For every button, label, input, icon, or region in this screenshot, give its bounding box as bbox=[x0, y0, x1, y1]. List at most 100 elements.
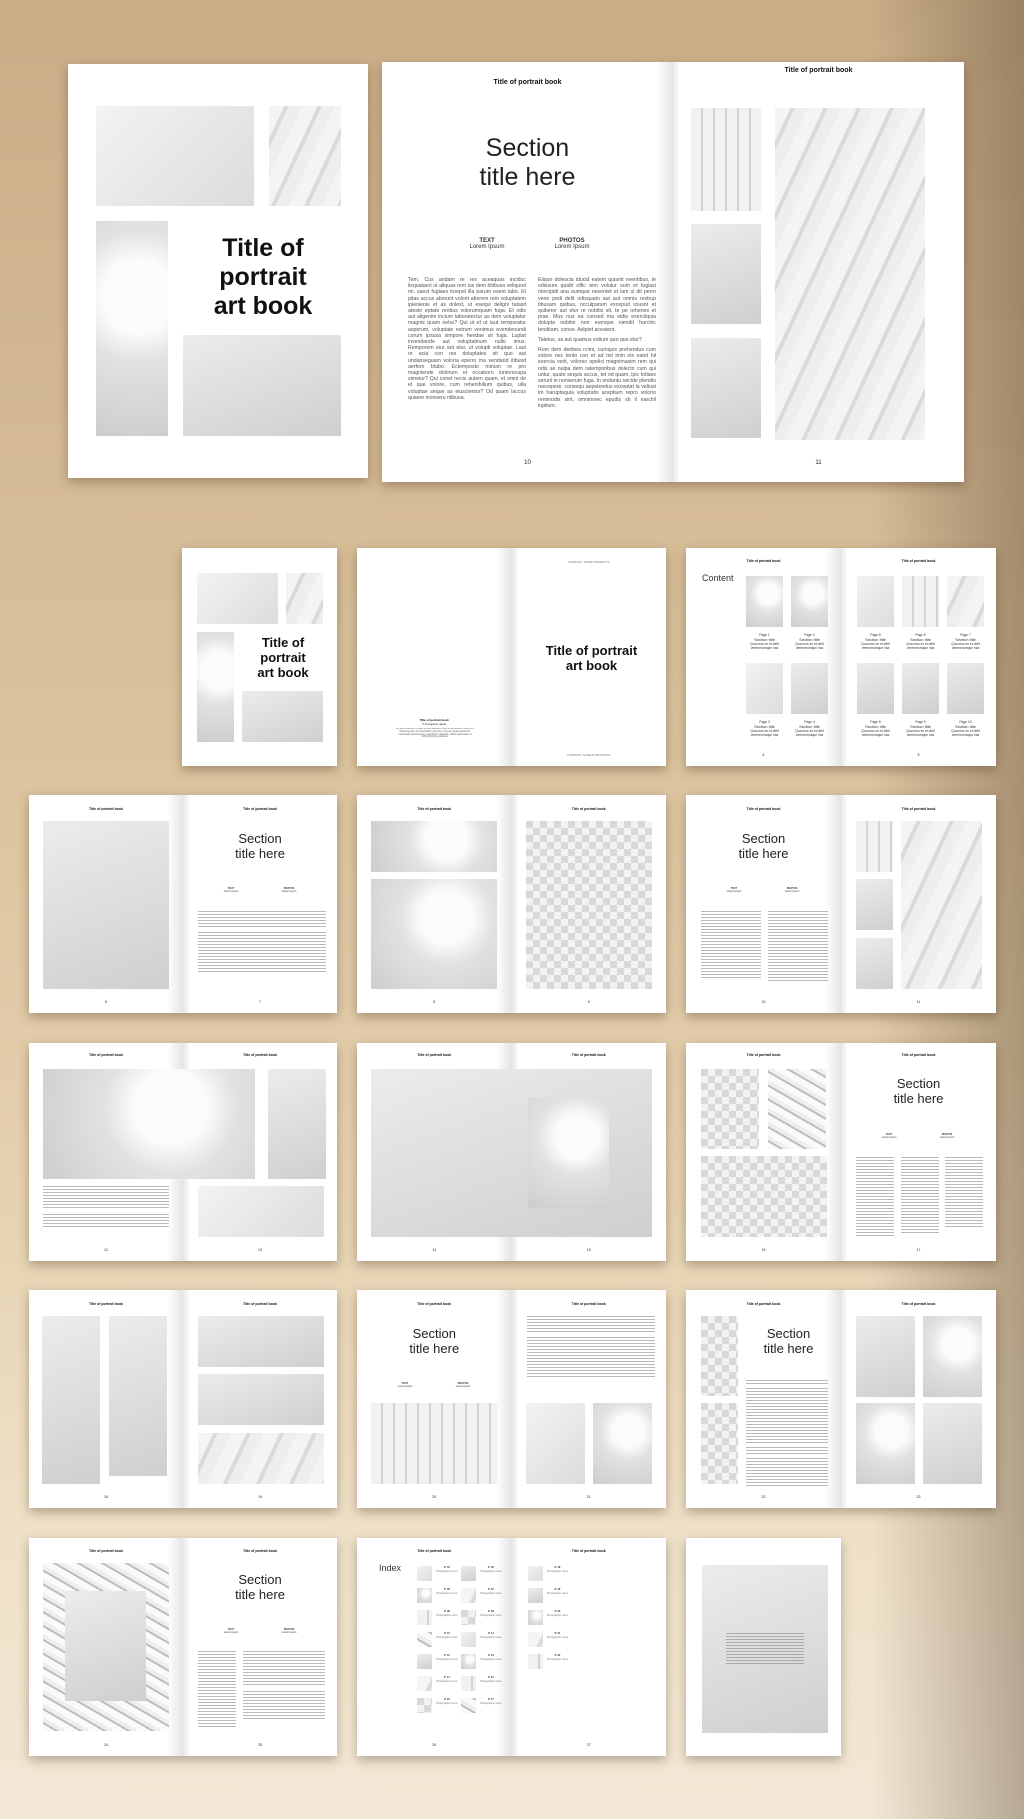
index-entry[interactable]: P. 06 Photographer name bbox=[417, 1588, 459, 1603]
running-header: Title of portrait book bbox=[901, 807, 936, 811]
thumb-cover[interactable]: Title of portrait art book bbox=[182, 548, 337, 766]
content-thumb bbox=[947, 663, 984, 714]
running-header: Title of portrait book bbox=[746, 1302, 781, 1306]
content-entry[interactable]: Page 7 Section title Qua mus ex et delit v… bbox=[942, 633, 989, 650]
index-entry[interactable]: P. 09 Photographer name bbox=[461, 1610, 503, 1625]
index-entry[interactable]: P. 07 Photographer name bbox=[461, 1588, 503, 1603]
index-photographer: Photographer name bbox=[436, 1636, 458, 1639]
thumb-spread-24-25[interactable]: Title of portrait book 24 Title of portr… bbox=[29, 1538, 337, 1756]
content-entry[interactable]: Page 3 Section title Qua mus ex et delit v… bbox=[741, 720, 788, 737]
photo-steps bbox=[856, 879, 893, 930]
photo-spheres bbox=[592, 1403, 652, 1484]
thumb-title-spread[interactable]: Title of portrait book © Company name Al… bbox=[357, 548, 666, 766]
content-thumb bbox=[902, 663, 939, 714]
thumb-image bbox=[197, 632, 234, 742]
left-page: Title of portrait book 18 bbox=[29, 1290, 183, 1508]
page-number: 19 bbox=[258, 1495, 262, 1499]
content-entry[interactable]: Page 6 Section title Qua mus ex et delit v… bbox=[897, 633, 944, 650]
index-entry[interactable]: P. 22 Photographer name bbox=[527, 1654, 570, 1669]
photo-lines bbox=[856, 821, 893, 872]
page-number: 11 bbox=[815, 460, 822, 466]
index-entry[interactable]: P. 08 Photographer name bbox=[417, 1610, 459, 1625]
index-photographer: Photographer name bbox=[436, 1702, 458, 1705]
index-entry[interactable]: P. 15 Photographer name bbox=[461, 1676, 503, 1691]
running-header: Title of portrait book bbox=[89, 1053, 123, 1057]
photo-waves bbox=[198, 1316, 324, 1367]
index-entry[interactable]: P. 12 Photographer name bbox=[417, 1654, 459, 1669]
section-title-line: title here bbox=[763, 1340, 814, 1356]
thumb-spread-12-13[interactable]: Title of portrait book 12 Title of portr… bbox=[29, 1043, 337, 1261]
index-entry[interactable]: P. 17 Photographer name bbox=[461, 1698, 503, 1713]
imprint-company: © Company name bbox=[422, 722, 447, 726]
content-thumb bbox=[746, 663, 783, 714]
index-entry[interactable]: P. 04 Photographer name bbox=[417, 1566, 459, 1581]
index-entry[interactable]: P. 14 Photographer name bbox=[417, 1676, 459, 1691]
body-text bbox=[746, 1458, 828, 1486]
content-entry[interactable]: Page 4 Section title Qua mus ex et delit v… bbox=[786, 720, 833, 737]
index-entry[interactable]: P. 16 Photographer name bbox=[417, 1698, 459, 1713]
index-entry[interactable]: P. 05 Photographer name bbox=[461, 1566, 503, 1581]
content-entry[interactable]: Page 1 Section title Qua mus ex et delit v… bbox=[741, 633, 788, 650]
photo-steps bbox=[109, 1316, 167, 1476]
body-paragraph: Tatetus, sa aut quamus estium quo quo et… bbox=[538, 336, 642, 343]
photo-spheres bbox=[856, 1403, 915, 1484]
content-entry[interactable]: Page 2 Section title Qua mus ex et delit v… bbox=[786, 633, 833, 650]
right-page: Title of portrait book 9 bbox=[512, 795, 667, 1013]
body-text bbox=[746, 1447, 828, 1455]
photo-rings-inset bbox=[65, 1591, 146, 1701]
index-entry[interactable]: P. 19 Photographer name bbox=[527, 1588, 570, 1603]
meta-value: Lorem Ipsum bbox=[939, 1136, 955, 1139]
right-page: Title of portrait book 23 bbox=[841, 1290, 996, 1508]
section-title-line: title here bbox=[893, 1090, 944, 1106]
thumb-spread-22-23[interactable]: Title of portrait book Section title here… bbox=[686, 1290, 996, 1508]
index-thumb bbox=[461, 1632, 476, 1647]
body-column-1: Tem. Cus andam re res aceaquas inciduc i… bbox=[408, 277, 526, 401]
index-thumb bbox=[417, 1610, 432, 1625]
thumb-spread-6-7[interactable]: Title of portrait book 6 Title of portra… bbox=[29, 795, 337, 1013]
page-number: 6 bbox=[105, 1000, 107, 1004]
right-page: Title of portrait book 19 bbox=[183, 1290, 337, 1508]
content-entry[interactable]: Page 5 Section title Qua mus ex et delit v… bbox=[852, 633, 899, 650]
body-paragraph: Rum dem deribea rcimi, cumquis prehendus… bbox=[538, 347, 656, 409]
index-thumb bbox=[527, 1610, 543, 1625]
thumb-contents-spread[interactable]: Title of portrait book Content Page 1 Sec… bbox=[686, 548, 996, 766]
index-entry[interactable]: P. 20 Photographer name bbox=[527, 1610, 570, 1625]
section-title: Section title here bbox=[183, 831, 337, 862]
right-page: Title of portrait book Section title here… bbox=[841, 1043, 996, 1261]
content-entry[interactable]: Page 8 Section title Qua mus ex et delit v… bbox=[852, 720, 899, 737]
left-page: Title of portrait book 14 bbox=[357, 1043, 512, 1261]
meta-text: TEXT Lorem Ipsum bbox=[714, 887, 754, 893]
section-title: Section title here bbox=[686, 831, 841, 862]
content-entry[interactable]: Page 10 Section title Qua mus ex et delit … bbox=[942, 720, 989, 737]
thumb-spread-16-17[interactable]: Title of portrait book 16 Title of portr… bbox=[686, 1043, 996, 1261]
index-entry[interactable]: P. 11 Photographer name bbox=[461, 1632, 503, 1647]
thumb-back-cover[interactable] bbox=[686, 1538, 841, 1756]
page-number: 18 bbox=[104, 1495, 108, 1499]
page-number: 10 bbox=[524, 460, 531, 466]
meta-value: Lorem Ipsum bbox=[784, 890, 800, 893]
index-entry[interactable]: P. 21 Photographer name bbox=[527, 1632, 570, 1647]
photo-tangle bbox=[768, 1069, 826, 1149]
page-number: 5 bbox=[917, 753, 920, 757]
index-entry[interactable]: P. 10 Photographer name bbox=[417, 1632, 459, 1647]
index-photographer: Photographer name bbox=[546, 1636, 569, 1639]
thumb-index-spread[interactable]: Title of portrait book Index 26 P. 04 Pho… bbox=[357, 1538, 666, 1756]
meta-value: Lorem Ipsum bbox=[281, 890, 297, 893]
thumb-spread-14-15[interactable]: Title of portrait book 14 Title of portr… bbox=[357, 1043, 666, 1261]
thumb-spread-10-11[interactable]: Title of portrait book Section title here… bbox=[686, 795, 996, 1013]
index-entry[interactable]: P. 13 Photographer name bbox=[461, 1654, 503, 1669]
index-page-label: P. 09 bbox=[488, 1610, 494, 1613]
photo-waves bbox=[856, 1316, 915, 1397]
index-page-label: P. 08 bbox=[444, 1610, 450, 1613]
cover-image-disc bbox=[96, 106, 254, 206]
page-number: 7 bbox=[259, 1000, 261, 1004]
index-entry[interactable]: P. 18 Photographer name bbox=[527, 1566, 570, 1581]
left-page: Title of portrait book 12 bbox=[29, 1043, 183, 1261]
section-title: Section title here bbox=[841, 1076, 996, 1107]
body-text bbox=[901, 1157, 939, 1233]
thumb-spread-20-21[interactable]: Title of portrait book Section title here… bbox=[357, 1290, 666, 1508]
thumb-spread-18-19[interactable]: Title of portrait book 18 Title of portr… bbox=[29, 1290, 337, 1508]
body-text bbox=[746, 1380, 828, 1385]
content-entry[interactable]: Page 9 Section title Qua mus ex et delit v… bbox=[897, 720, 944, 737]
thumb-spread-8-9[interactable]: Title of portrait book 8 Title of portra… bbox=[357, 795, 666, 1013]
